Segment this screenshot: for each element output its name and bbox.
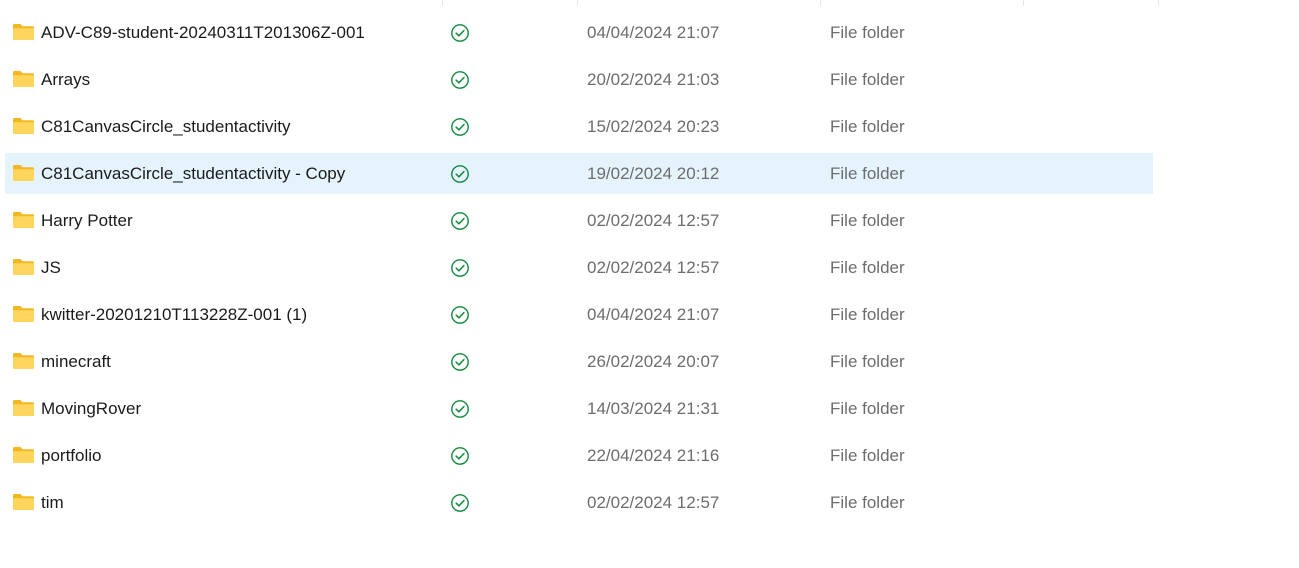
file-row-7[interactable]: minecraft 26/02/2024 20:07 File folder: [5, 341, 1153, 382]
folder-icon: [13, 118, 34, 134]
check-circle-icon: [451, 447, 469, 465]
file-type: File folder: [830, 211, 905, 230]
check-circle-icon: [451, 165, 469, 183]
check-circle-icon: [451, 306, 469, 324]
file-name[interactable]: kwitter-20201210T113228Z-001 (1): [41, 305, 307, 325]
file-name[interactable]: Harry Potter: [41, 211, 133, 231]
file-type: File folder: [830, 305, 905, 324]
column-divider-end[interactable]: [1158, 0, 1159, 6]
date-modified: 04/04/2024 21:07: [587, 23, 720, 42]
date-modified: 02/02/2024 12:57: [587, 258, 720, 277]
folder-icon: [13, 494, 34, 510]
date-modified: 04/04/2024 21:07: [587, 305, 720, 324]
date-modified: 19/02/2024 20:12: [587, 164, 720, 183]
file-name[interactable]: tim: [41, 493, 64, 513]
column-divider-date[interactable]: [577, 0, 578, 6]
date-modified: 14/03/2024 21:31: [587, 399, 720, 418]
date-modified: 20/02/2024 21:03: [587, 70, 720, 89]
folder-icon: [13, 447, 34, 463]
file-row-6[interactable]: kwitter-20201210T113228Z-001 (1) 04/04/2…: [5, 294, 1153, 335]
column-divider-status[interactable]: [442, 0, 443, 6]
column-divider-type[interactable]: [820, 0, 821, 6]
file-type: File folder: [830, 352, 905, 371]
check-circle-icon: [451, 494, 469, 512]
file-name[interactable]: ADV-C89-student-20240311T201306Z-001: [41, 23, 365, 43]
date-modified: 15/02/2024 20:23: [587, 117, 720, 136]
check-circle-icon: [451, 400, 469, 418]
file-type: File folder: [830, 70, 905, 89]
file-row-2[interactable]: C81CanvasCircle_studentactivity 15/02/20…: [5, 106, 1153, 147]
file-row-4[interactable]: Harry Potter 02/02/2024 12:57 File folde…: [5, 200, 1153, 241]
date-modified: 02/02/2024 12:57: [587, 493, 720, 512]
file-name[interactable]: portfolio: [41, 446, 101, 466]
date-modified: 26/02/2024 20:07: [587, 352, 720, 371]
file-name[interactable]: C81CanvasCircle_studentactivity: [41, 117, 290, 137]
file-row-0[interactable]: ADV-C89-student-20240311T201306Z-001 04/…: [5, 12, 1153, 53]
file-type: File folder: [830, 446, 905, 465]
file-type: File folder: [830, 399, 905, 418]
check-circle-icon: [451, 259, 469, 277]
column-divider-size[interactable]: [1023, 0, 1024, 6]
check-circle-icon: [451, 212, 469, 230]
file-list: ADV-C89-student-20240311T201306Z-001 04/…: [5, 12, 1153, 529]
file-name[interactable]: minecraft: [41, 352, 111, 372]
folder-icon: [13, 212, 34, 228]
file-name[interactable]: Arrays: [41, 70, 90, 90]
file-type: File folder: [830, 164, 905, 183]
file-type: File folder: [830, 23, 905, 42]
check-circle-icon: [451, 24, 469, 42]
folder-icon: [13, 400, 34, 416]
file-row-1[interactable]: Arrays 20/02/2024 21:03 File folder: [5, 59, 1153, 100]
date-modified: 22/04/2024 21:16: [587, 446, 720, 465]
file-row-8[interactable]: MovingRover 14/03/2024 21:31 File folder: [5, 388, 1153, 429]
file-name[interactable]: MovingRover: [41, 399, 141, 419]
file-row-10[interactable]: tim 02/02/2024 12:57 File folder: [5, 482, 1153, 523]
folder-icon: [13, 259, 34, 275]
file-row-5[interactable]: JS 02/02/2024 12:57 File folder: [5, 247, 1153, 288]
check-circle-icon: [451, 118, 469, 136]
folder-icon: [13, 353, 34, 369]
file-type: File folder: [830, 493, 905, 512]
check-circle-icon: [451, 353, 469, 371]
date-modified: 02/02/2024 12:57: [587, 211, 720, 230]
folder-icon: [13, 165, 34, 181]
check-circle-icon: [451, 71, 469, 89]
folder-icon: [13, 71, 34, 87]
file-type: File folder: [830, 117, 905, 136]
folder-icon: [13, 24, 34, 40]
file-name[interactable]: JS: [41, 258, 61, 278]
file-row-9[interactable]: portfolio 22/04/2024 21:16 File folder: [5, 435, 1153, 476]
file-name[interactable]: C81CanvasCircle_studentactivity - Copy: [41, 164, 345, 184]
folder-icon: [13, 306, 34, 322]
file-type: File folder: [830, 258, 905, 277]
file-row-3[interactable]: C81CanvasCircle_studentactivity - Copy 1…: [5, 153, 1153, 194]
